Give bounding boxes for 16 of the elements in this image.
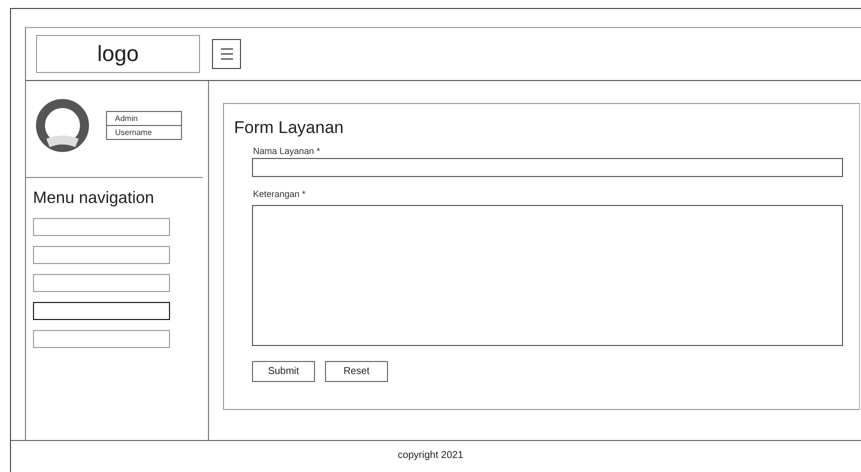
menu-button[interactable]	[212, 39, 241, 69]
avatar-icon	[36, 98, 89, 152]
field-label: Nama Layanan *	[253, 146, 322, 156]
submit-button[interactable]: Submit	[252, 361, 315, 382]
input-field[interactable]	[252, 158, 843, 177]
logo: logo	[36, 35, 200, 73]
nav-item[interactable]	[33, 302, 170, 320]
reset-button[interactable]: Reset	[325, 361, 388, 382]
form-title: Form Layanan	[234, 118, 345, 138]
role-label: Admin	[107, 112, 181, 126]
menu-title: Menu navigation	[33, 189, 156, 208]
textarea-field[interactable]	[252, 205, 843, 346]
username-label: Username	[114, 126, 153, 138]
menu-icon	[220, 46, 234, 62]
copyright-text: copyright 2021	[398, 450, 464, 461]
field-label: Keterangan *	[253, 189, 307, 199]
